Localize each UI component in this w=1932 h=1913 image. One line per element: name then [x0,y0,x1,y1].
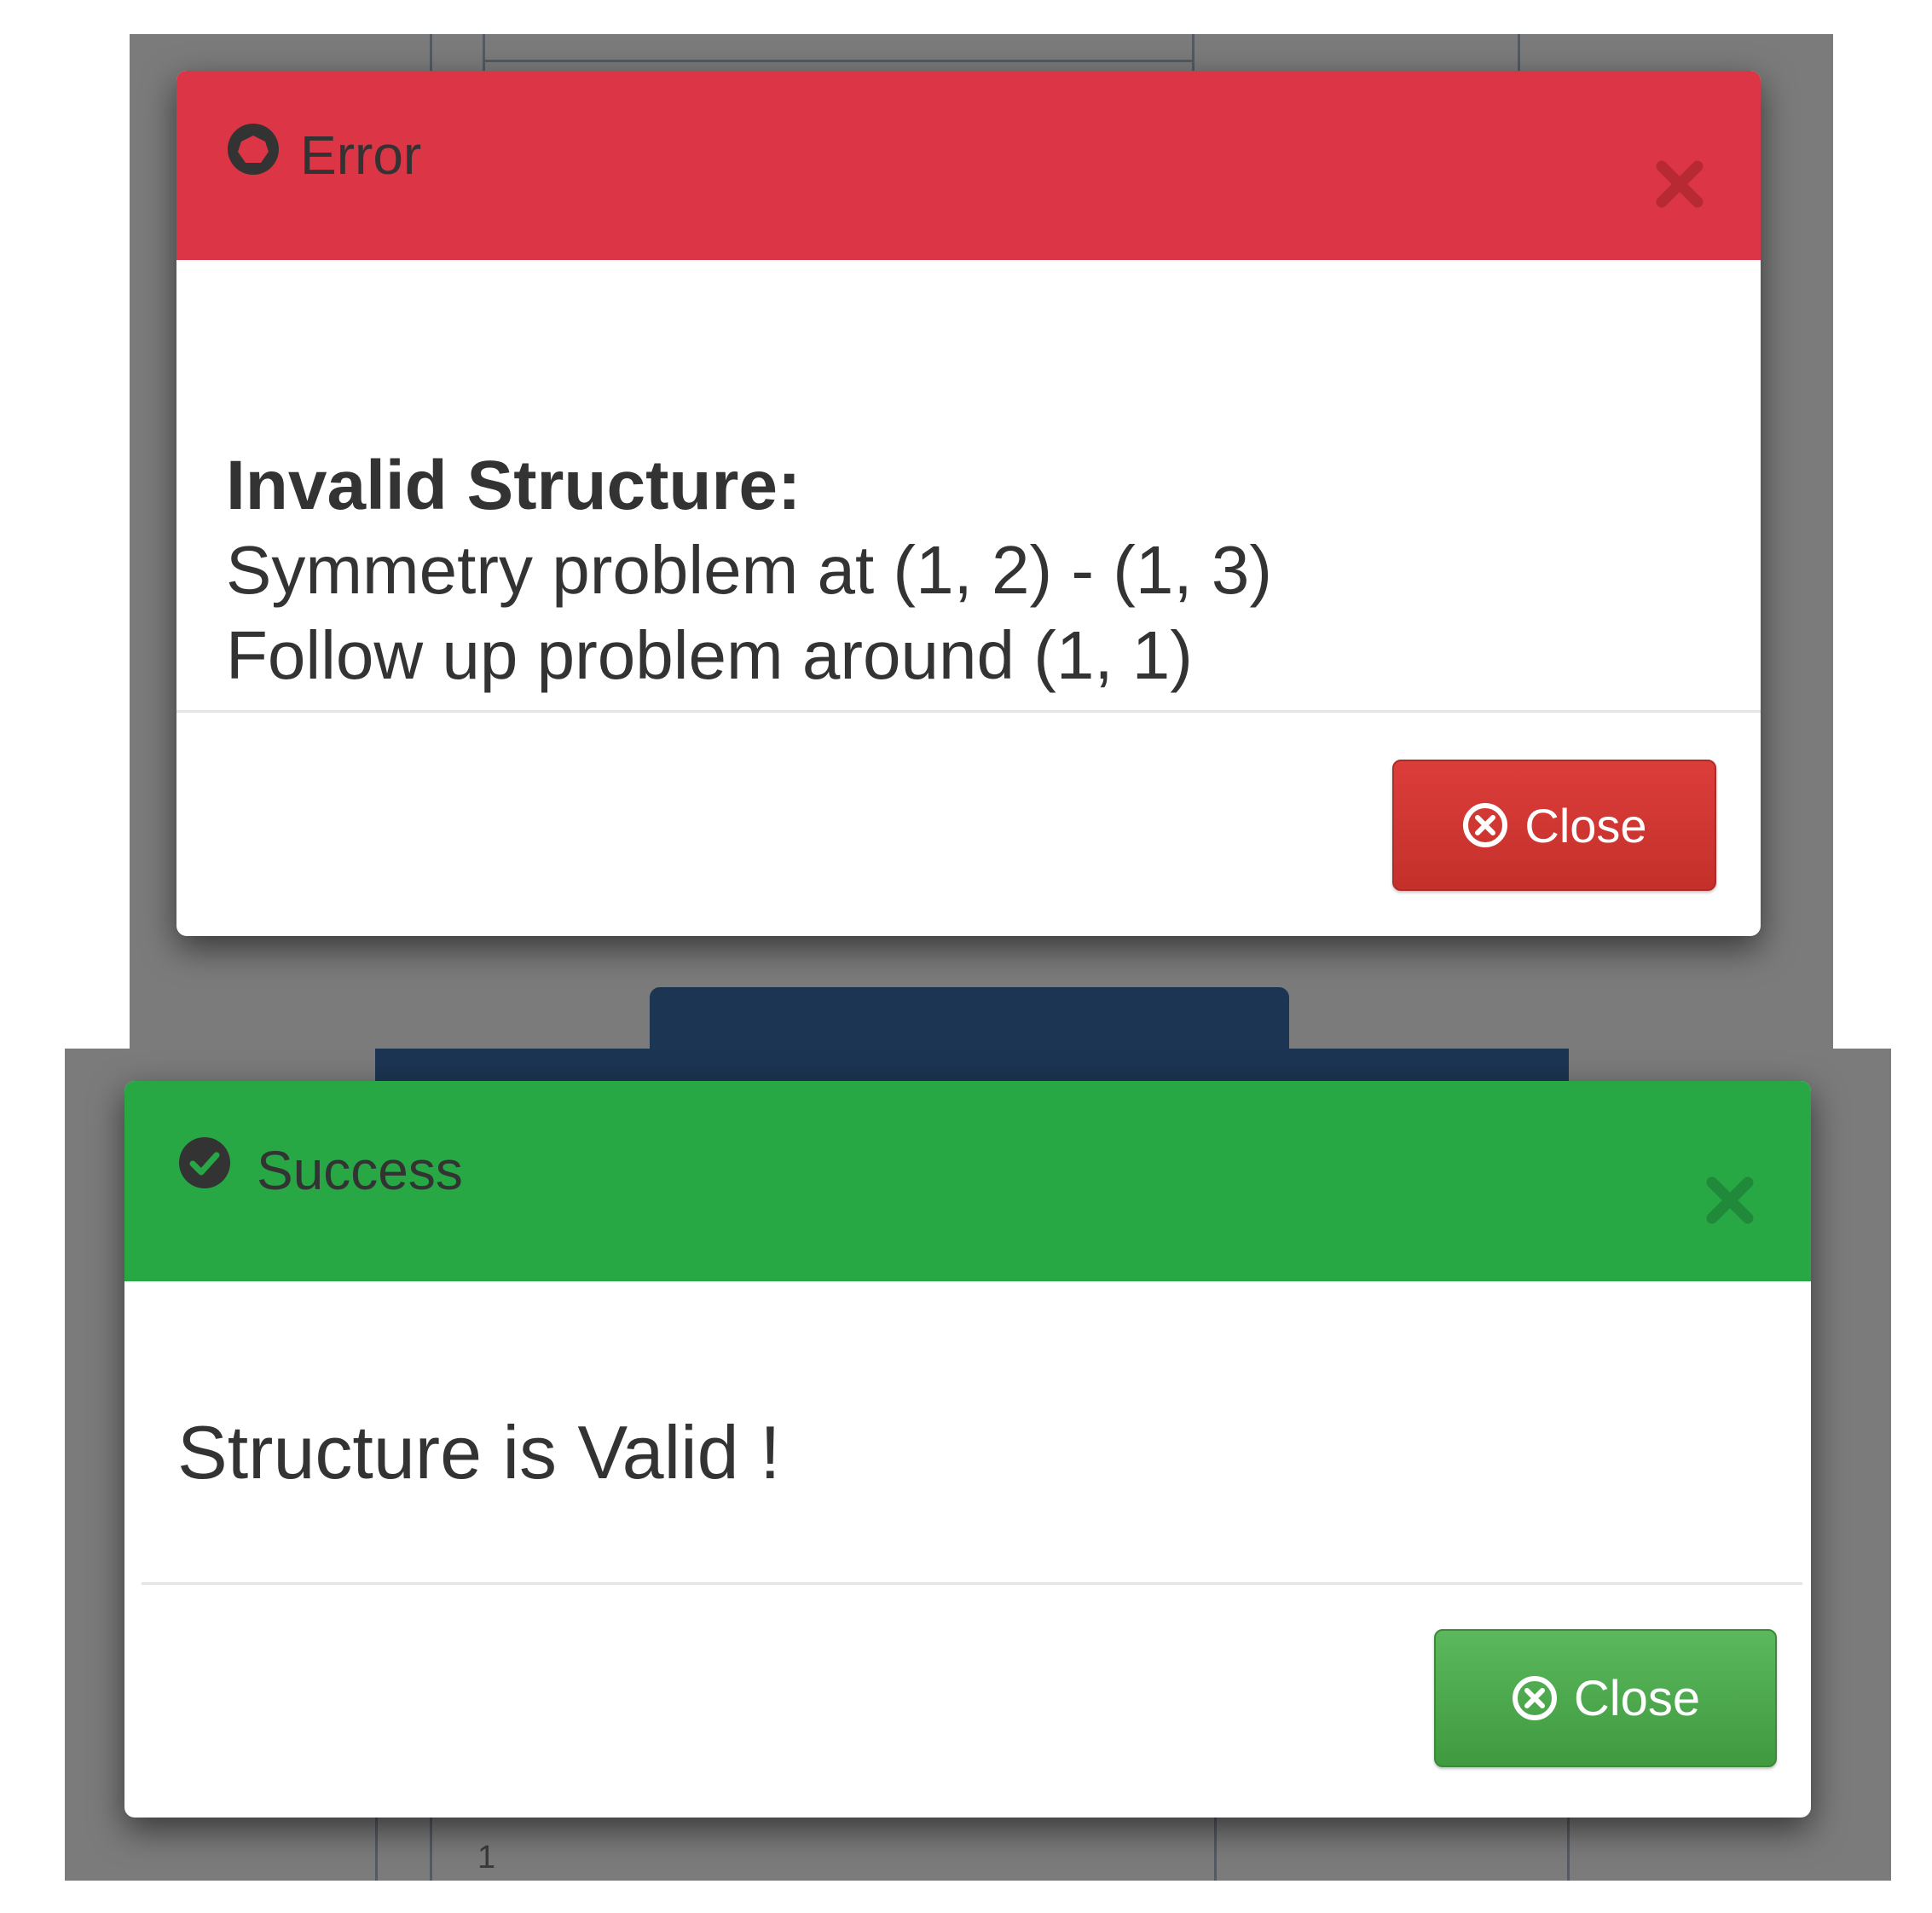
success-dialog: Success Structure is Valid ! Close [124,1081,1811,1818]
close-button[interactable]: Close [1392,760,1716,891]
close-button-label: Close [1573,1670,1701,1726]
dialog-title: Error [300,124,422,186]
error-dialog-body: Invalid Structure: Symmetry problem at (… [176,260,1761,780]
background-panel [375,1049,1569,1083]
dialog-title: Success [257,1140,463,1201]
error-message-line: Symmetry problem at (1, 2) - (1, 3) [226,532,1272,608]
success-message: Structure is Valid ! [177,1410,781,1494]
close-x-icon[interactable] [1650,154,1709,214]
background-cell-text: 1 [477,1840,496,1875]
background-grid-line [483,60,1192,62]
close-button[interactable]: Close [1434,1629,1777,1767]
circle-x-icon [1463,803,1508,847]
error-message-line: Follow up problem around (1, 1) [226,617,1193,693]
footer-divider [176,710,1761,713]
error-dialog-header: Error [176,71,1761,260]
close-x-icon[interactable] [1700,1170,1760,1230]
close-button-label: Close [1524,798,1647,852]
check-circle-icon [179,1137,230,1188]
error-dialog: Error Invalid Structure: Symmetry proble… [176,71,1761,936]
error-icon [228,124,279,175]
success-dialog-header: Success [124,1081,1811,1281]
circle-x-icon [1512,1676,1557,1720]
footer-divider [142,1582,1802,1585]
error-heading: Invalid Structure: [226,447,801,524]
background-button [650,987,1289,1049]
